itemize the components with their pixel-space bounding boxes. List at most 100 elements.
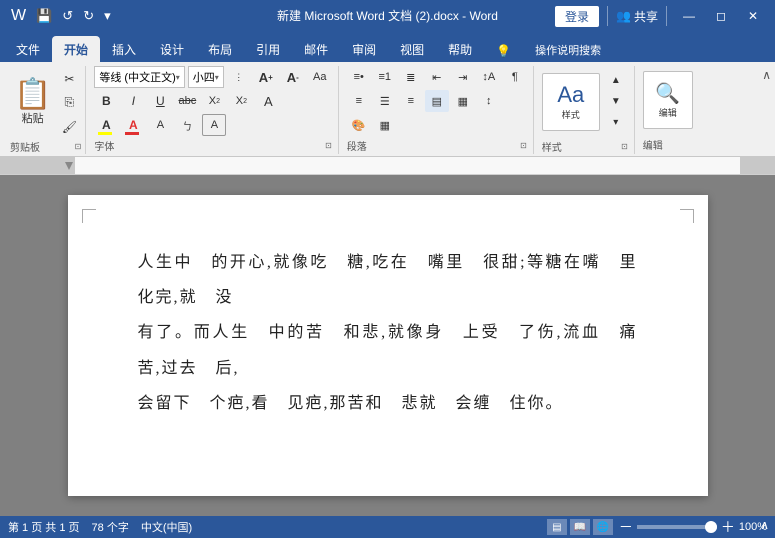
clipboard-expand-icon[interactable]: ⊡	[75, 142, 82, 151]
font-group: 等线 (中文正文) ▾ 小四 ▾ ⋮ A+ A- Aa B I U abc X2…	[88, 66, 338, 154]
zoom-in-button[interactable]: ＋	[721, 517, 735, 537]
undo-icon[interactable]: ↺	[59, 6, 76, 26]
font-expand-icon[interactable]: ⊡	[325, 141, 332, 150]
styles-up-button[interactable]: ▲	[604, 73, 628, 90]
align-left-button[interactable]: ≡	[347, 90, 371, 112]
save-icon[interactable]: 💾	[33, 6, 55, 26]
multilevel-button[interactable]: ≣	[399, 66, 423, 88]
text-line1: 人生中 的开心,就像吃 糖,吃在 嘴里 很甜;等糖在嘴 里化完,就 没	[138, 245, 638, 315]
paragraph-group: ≡• ≡1 ≣ ⇤ ⇥ ↕A ¶ ≡ ☰ ≡ ▤ ▦ ↕ 🎨 ▦ 段落 ⊡	[341, 66, 534, 154]
quick-access: W 💾 ↺ ↻ ▾	[8, 5, 114, 27]
font-size-dropdown2-button[interactable]: ⋮	[227, 66, 251, 88]
text-effect-button[interactable]: A	[148, 114, 172, 136]
ribbon: 📋 粘贴 ✂ ⎘ 🖌 剪贴板 ⊡ 等线 (中文正文) ▾ 小四 ▾ ⋮	[0, 62, 775, 157]
customize-icon[interactable]: ▾	[101, 6, 114, 26]
ribbon-collapse-button[interactable]: ∧	[762, 66, 771, 84]
copy-button[interactable]: ⎘	[57, 92, 81, 114]
print-layout-view-button[interactable]: ▤	[547, 519, 567, 535]
shrink-font-button[interactable]: A-	[281, 66, 305, 88]
font-size-selector[interactable]: 小四 ▾	[188, 66, 224, 88]
numbering-button[interactable]: ≡1	[373, 66, 397, 88]
clipboard-content: 📋 粘贴 ✂ ⎘ 🖌	[10, 66, 81, 139]
phonetic-button[interactable]: ㄅ	[175, 114, 199, 136]
format-painter-button[interactable]: 🖌	[57, 116, 81, 138]
tab-home[interactable]: 开始	[52, 36, 100, 62]
text-highlight-button[interactable]: A	[94, 114, 118, 136]
styles-down-button[interactable]: ▼	[604, 93, 628, 110]
collapse-ribbon-btn[interactable]: ∧	[760, 516, 769, 534]
para-expand-icon[interactable]: ⊡	[520, 141, 527, 150]
tab-file[interactable]: 文件	[4, 36, 52, 62]
cut-button[interactable]: ✂	[57, 68, 81, 90]
borders-button[interactable]: ▦	[373, 114, 397, 136]
char-border-button[interactable]: A	[202, 114, 226, 136]
justify-button[interactable]: ▤	[425, 90, 449, 112]
ruler-left-margin	[0, 157, 75, 174]
para-row2: ≡ ☰ ≡ ▤ ▦ ↕	[347, 90, 527, 112]
clipboard-label-row: 剪贴板 ⊡	[10, 139, 81, 154]
web-view-button[interactable]: 🌐	[593, 519, 613, 535]
styles-icon: Aa	[557, 82, 584, 108]
paste-icon: 📋	[14, 80, 51, 110]
page-info: 第 1 页 共 1 页	[8, 519, 80, 535]
tab-insert[interactable]: 插入	[100, 36, 148, 62]
corner-tr	[680, 209, 694, 223]
align-right-button[interactable]: ≡	[399, 90, 423, 112]
shading-button[interactable]: 🎨	[347, 114, 371, 136]
paste-button[interactable]: 📋 粘贴	[10, 78, 55, 128]
restore-button[interactable]: ◻	[707, 2, 735, 30]
styles-expand-icon[interactable]: ⊡	[621, 142, 628, 151]
font-row1: 等线 (中文正文) ▾ 小四 ▾ ⋮ A+ A- Aa	[94, 66, 331, 88]
document-area: 人生中 的开心,就像吃 糖,吃在 嘴里 很甜;等糖在嘴 里化完,就 没 有了。而…	[0, 175, 775, 516]
redo-icon[interactable]: ↻	[80, 6, 97, 26]
reading-view-button[interactable]: 📖	[570, 519, 590, 535]
ruler	[0, 157, 775, 175]
subscript-button[interactable]: X2	[202, 90, 226, 112]
login-button[interactable]: 登录	[555, 6, 599, 27]
share-button[interactable]: 👥 共享	[616, 8, 658, 25]
underline-button[interactable]: U	[148, 90, 172, 112]
zoom-slider[interactable]	[637, 525, 717, 529]
bold-button[interactable]: B	[94, 90, 118, 112]
styles-big-button[interactable]: Aa 样式	[542, 73, 600, 131]
title-bar-left: W 💾 ↺ ↻ ▾	[8, 5, 114, 27]
font-color-button[interactable]: A	[121, 114, 145, 136]
increase-indent-button[interactable]: ⇥	[451, 66, 475, 88]
enlarge-font-button[interactable]: A+	[254, 66, 278, 88]
styles-expand-button[interactable]: ▾	[604, 114, 628, 131]
tab-search[interactable]: 操作说明搜索	[523, 37, 613, 62]
zoom-thumb[interactable]	[705, 521, 717, 533]
tab-design[interactable]: 设计	[148, 36, 196, 62]
tab-lightbulb[interactable]: 💡	[484, 39, 523, 62]
minimize-button[interactable]: —	[675, 2, 703, 30]
tab-references[interactable]: 引用	[244, 36, 292, 62]
distributed-button[interactable]: ▦	[451, 90, 475, 112]
tab-mailings[interactable]: 邮件	[292, 36, 340, 62]
bullets-button[interactable]: ≡•	[347, 66, 371, 88]
left-indent-marker[interactable]	[65, 162, 73, 170]
page[interactable]: 人生中 的开心,就像吃 糖,吃在 嘴里 很甜;等糖在嘴 里化完,就 没 有了。而…	[68, 195, 708, 496]
editing-big-button[interactable]: 🔍 编辑	[643, 71, 693, 129]
change-case-button[interactable]: Aa	[308, 66, 332, 88]
page-content[interactable]: 人生中 的开心,就像吃 糖,吃在 嘴里 很甜;等糖在嘴 里化完,就 没 有了。而…	[138, 245, 638, 421]
sort-button[interactable]: ↕A	[477, 66, 501, 88]
tab-review[interactable]: 审阅	[340, 36, 388, 62]
line-spacing-button[interactable]: ↕	[477, 90, 501, 112]
tab-layout[interactable]: 布局	[196, 36, 244, 62]
superscript-button[interactable]: X2	[229, 90, 253, 112]
close-button[interactable]: ✕	[739, 2, 767, 30]
decrease-indent-button[interactable]: ⇤	[425, 66, 449, 88]
zoom-out-button[interactable]: －	[619, 517, 633, 537]
clear-format-button[interactable]: A	[256, 90, 280, 112]
para-row1: ≡• ≡1 ≣ ⇤ ⇥ ↕A ¶	[347, 66, 527, 88]
italic-button[interactable]: I	[121, 90, 145, 112]
status-bar: 第 1 页 共 1 页 78 个字 中文(中国) ▤ 📖 🌐 － ＋ 100%	[0, 516, 775, 538]
show-marks-button[interactable]: ¶	[503, 66, 527, 88]
font-color-bar	[125, 132, 139, 135]
tab-help[interactable]: 帮助	[436, 36, 484, 62]
tab-view[interactable]: 视图	[388, 36, 436, 62]
font-name-selector[interactable]: 等线 (中文正文) ▾	[94, 66, 184, 88]
strikethrough-button[interactable]: abc	[175, 90, 199, 112]
align-center-button[interactable]: ☰	[373, 90, 397, 112]
highlight-color-bar	[98, 132, 112, 135]
